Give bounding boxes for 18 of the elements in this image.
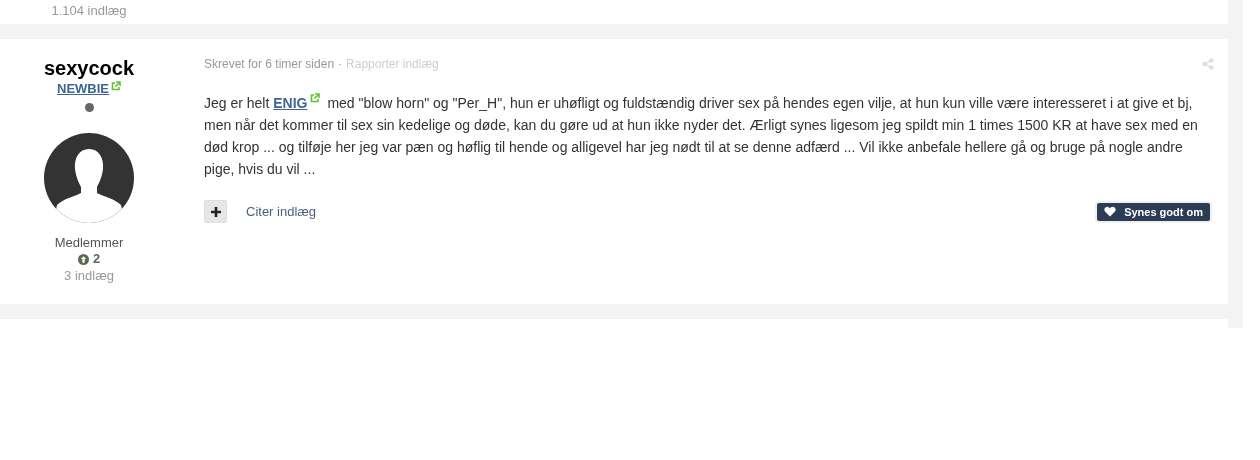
- author-name[interactable]: sexycock: [43, 56, 135, 80]
- external-link-icon: [309, 93, 320, 103]
- rank-link[interactable]: NEWBIE: [57, 80, 109, 98]
- post-count: 1.104 indlæg: [51, 3, 127, 18]
- separator: ·: [338, 57, 343, 71]
- reputation-count: 2: [92, 251, 101, 267]
- quote-link[interactable]: Citer indlæg: [246, 204, 317, 219]
- heart-icon: [1104, 206, 1117, 217]
- post-text: Jeg er helt ENIG med "blow horn" og "Per_H", hun er uhøfligt og fuldstændig driver sex på hendes egen vilje, at hun kun ville være interesseret i at give et bj, men når det kommer til sex sin kedelige og døde, kan du gøre ud at hun ikke nyder det. Ærligt synes ligesom jeg spildt min 1 times 1500 KR at have sex med en død krop ... og tilføje her jeg var pæn og høflig til hende og alligevel har jeg nødt til at se denne adfærd ... Vil ikke anbefale hellere gå og bruge på nogle andre pige, hvis du vil ...: [204, 92, 1199, 179]
- like-button[interactable]: Synes godt om: [1097, 202, 1210, 221]
- member-group: Medlemmer: [54, 235, 124, 251]
- external-link-icon: [111, 81, 121, 91]
- avatar-icon[interactable]: [44, 133, 134, 223]
- enig-link[interactable]: ENIG: [273, 95, 308, 111]
- post-time: Skrevet for 6 timer siden: [204, 57, 335, 71]
- post-count: 3 indlæg: [64, 267, 114, 285]
- multiquote-button[interactable]: [204, 200, 227, 223]
- plus-icon: [210, 206, 221, 217]
